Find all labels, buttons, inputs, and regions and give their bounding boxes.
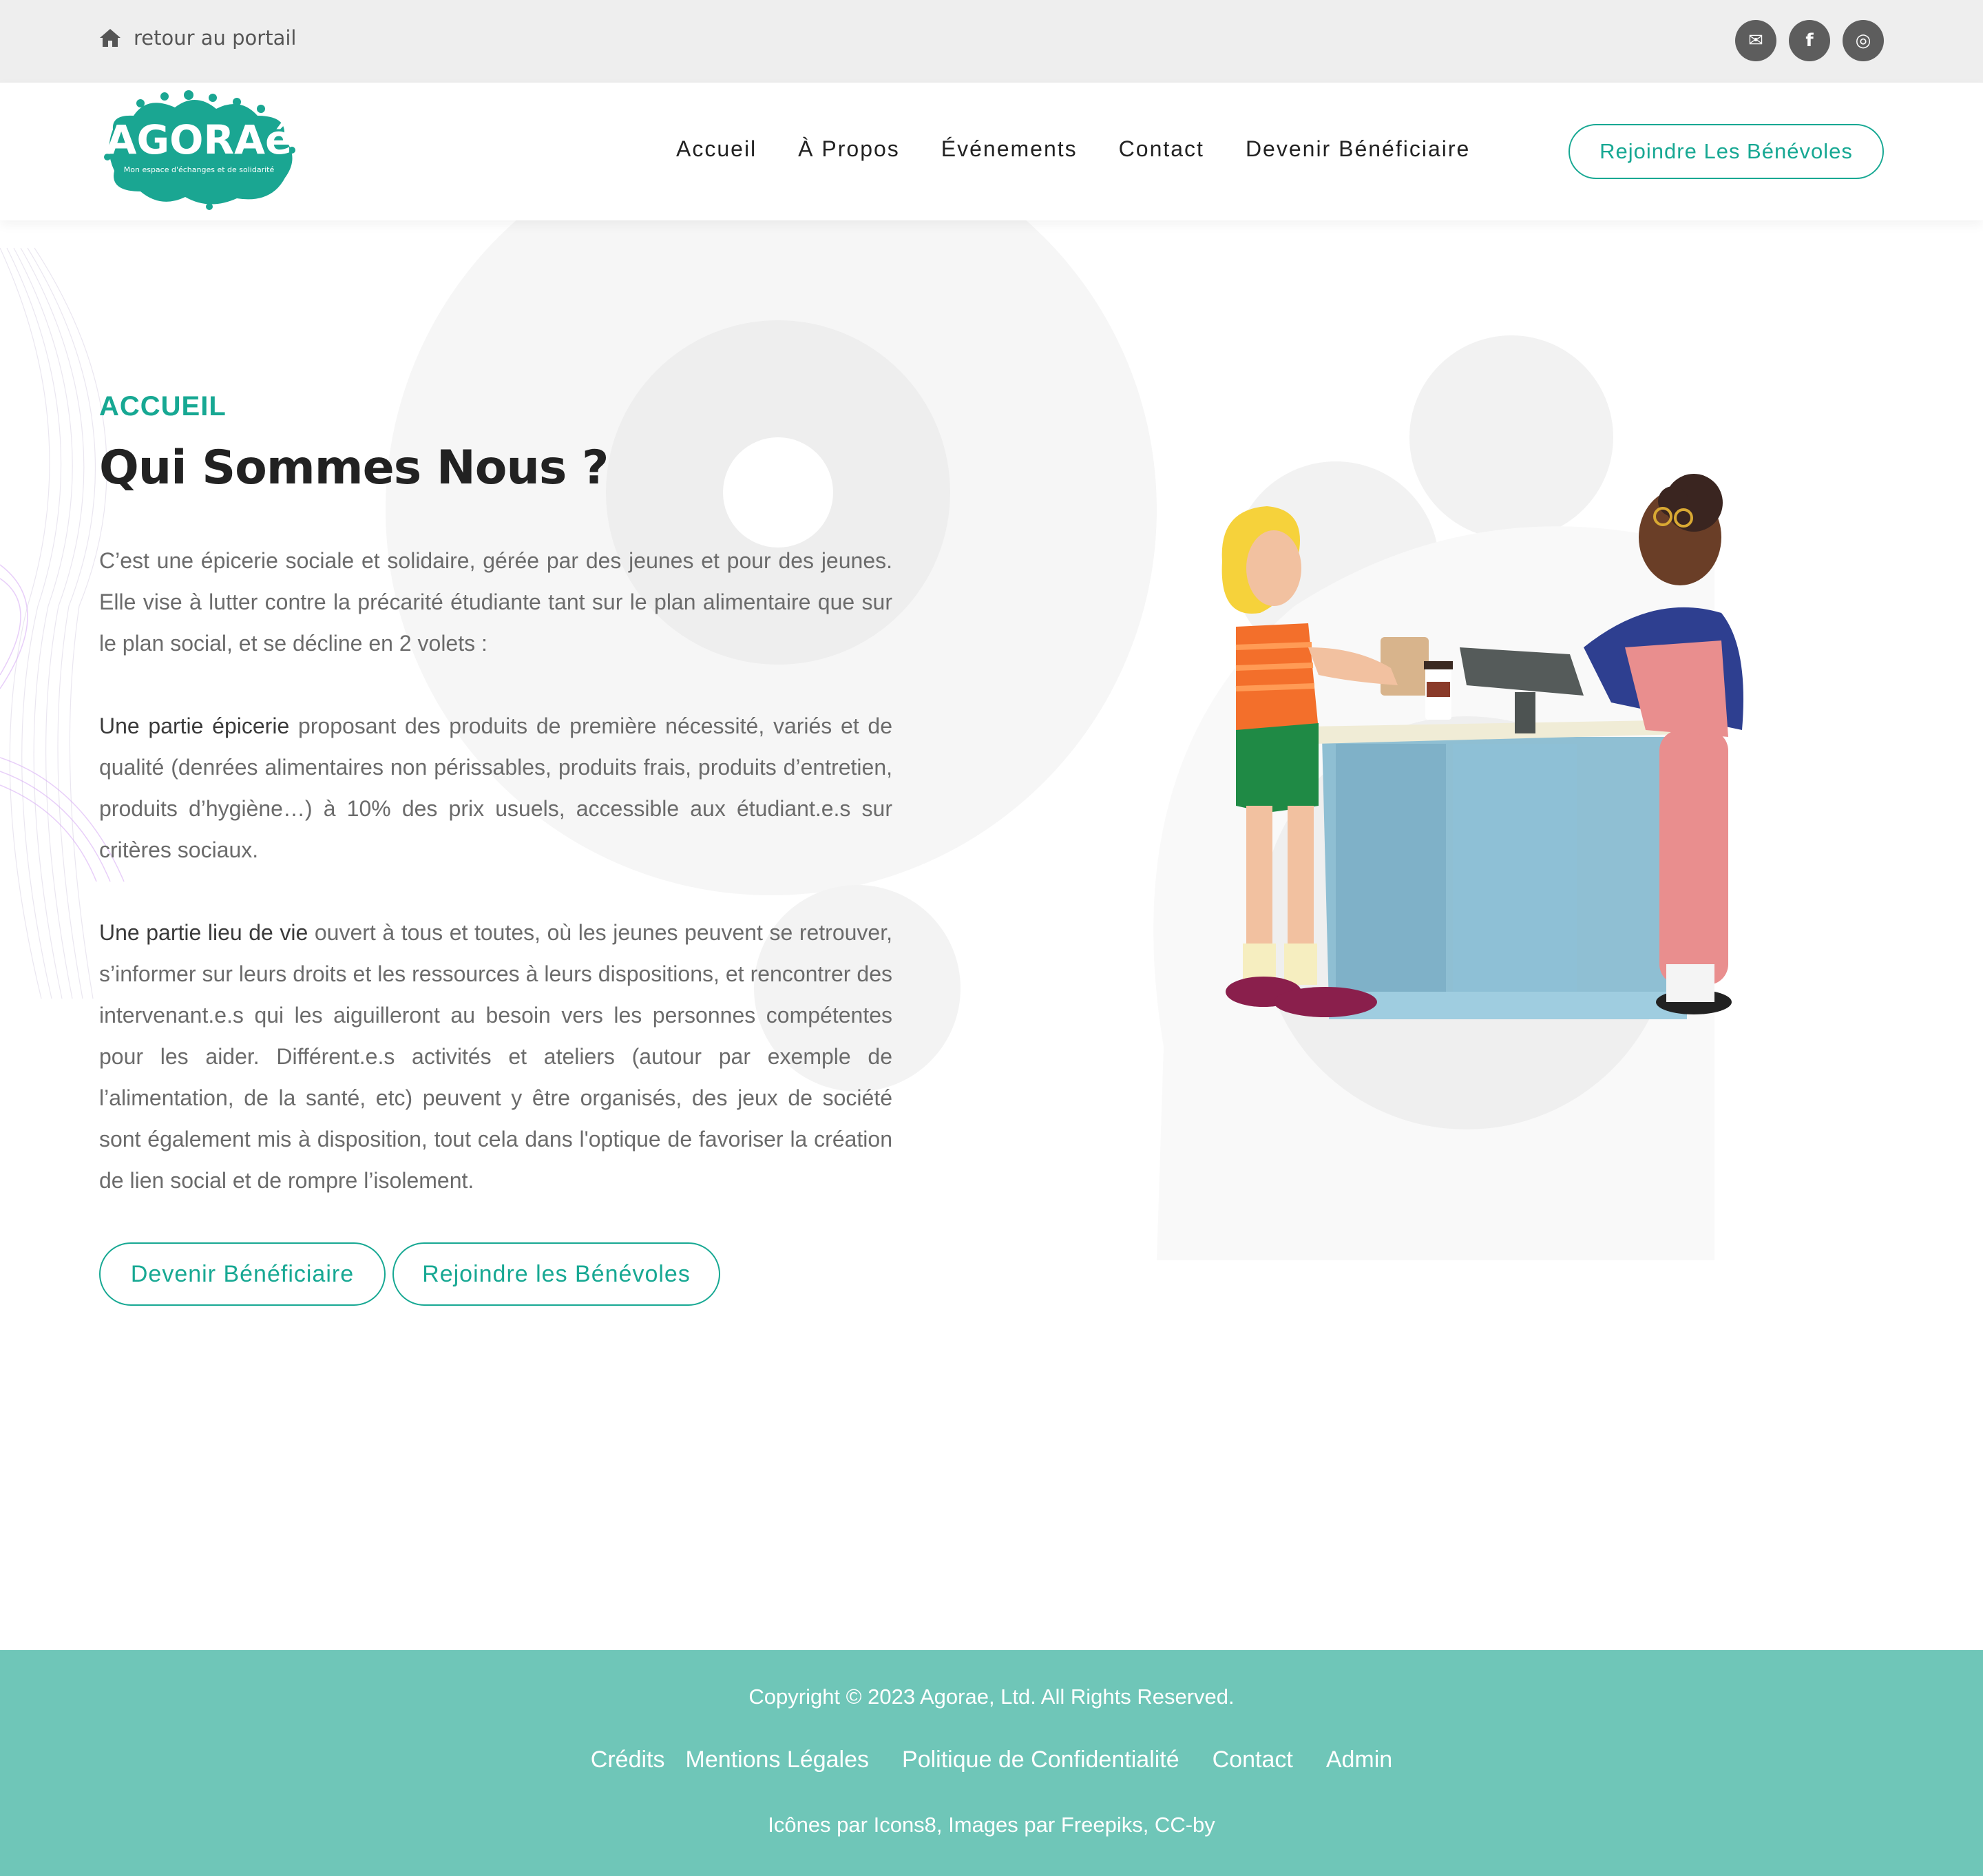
intro-paragraph: C’est une épicerie sociale et solidaire,… (99, 548, 892, 656)
nav-contact[interactable]: Contact (1119, 136, 1204, 162)
facebook-icon[interactable]: f (1789, 20, 1830, 61)
grocery-counter-illustration (1221, 474, 1743, 1019)
logo-text: AGORAé (106, 116, 293, 163)
main-nav: Accueil À Propos Événements Contact Deve… (676, 136, 1511, 162)
envelope-icon[interactable]: ✉ (1735, 20, 1776, 61)
home-icon (100, 29, 120, 47)
epicerie-paragraph: Une partie épicerie proposant des produi… (99, 705, 892, 871)
logo-tagline: Mon espace d'échanges et de solidarité (124, 165, 275, 174)
join-volunteers-button[interactable]: Rejoindre Les Bénévoles (1568, 124, 1884, 179)
nav-accueil[interactable]: Accueil (676, 136, 757, 162)
lieu-de-vie-paragraph: Une partie lieu de vie ouvert à tous et … (99, 912, 892, 1201)
portal-link-label: retour au portail (134, 26, 297, 50)
site-footer: Copyright © 2023 Agorae, Ltd. All Rights… (0, 1650, 1983, 1876)
footer-links: Crédits Mentions Légales Politique de Co… (0, 1747, 1983, 1773)
cta-buttons: Devenir Bénéficiaire Rejoindre les Bénév… (99, 1242, 720, 1306)
join-volunteers-cta-button[interactable]: Rejoindre les Bénévoles (392, 1242, 720, 1306)
site-header: AGORAé Mon espace d'échanges et de solid… (0, 83, 1983, 220)
section-eyebrow: ACCUEIL (99, 391, 227, 421)
about-text: C’est une épicerie sociale et solidaire,… (99, 540, 892, 1242)
lieu-de-vie-heading: Une partie lieu de vie (99, 920, 308, 945)
nav-a-propos[interactable]: À Propos (798, 136, 900, 162)
social-links: ✉ f ◎ (1735, 20, 1884, 61)
image-credits: Icônes par Icons8, Images par Freepiks, … (768, 1813, 1215, 1837)
instagram-icon[interactable]: ◎ (1843, 20, 1884, 61)
agorae-logo[interactable]: AGORAé Mon espace d'échanges et de solid… (99, 88, 299, 212)
portal-link[interactable]: retour au portail (99, 21, 296, 55)
lieu-de-vie-description: ouvert à tous et toutes, où les jeunes p… (99, 920, 893, 1193)
footer-link-mentions-legales[interactable]: Mentions Légales (686, 1747, 870, 1773)
footer-link-credits[interactable]: Crédits (591, 1747, 665, 1773)
nav-devenir-beneficiaire[interactable]: Devenir Bénéficiaire (1246, 136, 1470, 162)
page-title: Qui Sommes Nous ? (99, 441, 609, 495)
become-beneficiary-button[interactable]: Devenir Bénéficiaire (99, 1242, 386, 1306)
footer-link-admin[interactable]: Admin (1326, 1747, 1392, 1773)
footer-link-contact[interactable]: Contact (1213, 1747, 1293, 1773)
footer-link-politique-confidentialite[interactable]: Politique de Confidentialité (902, 1747, 1179, 1773)
copyright-text: Copyright © 2023 Agorae, Ltd. All Rights… (748, 1685, 1235, 1709)
epicerie-heading: Une partie épicerie (99, 713, 290, 738)
top-bar: retour au portail ✉ f ◎ (0, 0, 1983, 83)
nav-evenements[interactable]: Événements (941, 136, 1078, 162)
